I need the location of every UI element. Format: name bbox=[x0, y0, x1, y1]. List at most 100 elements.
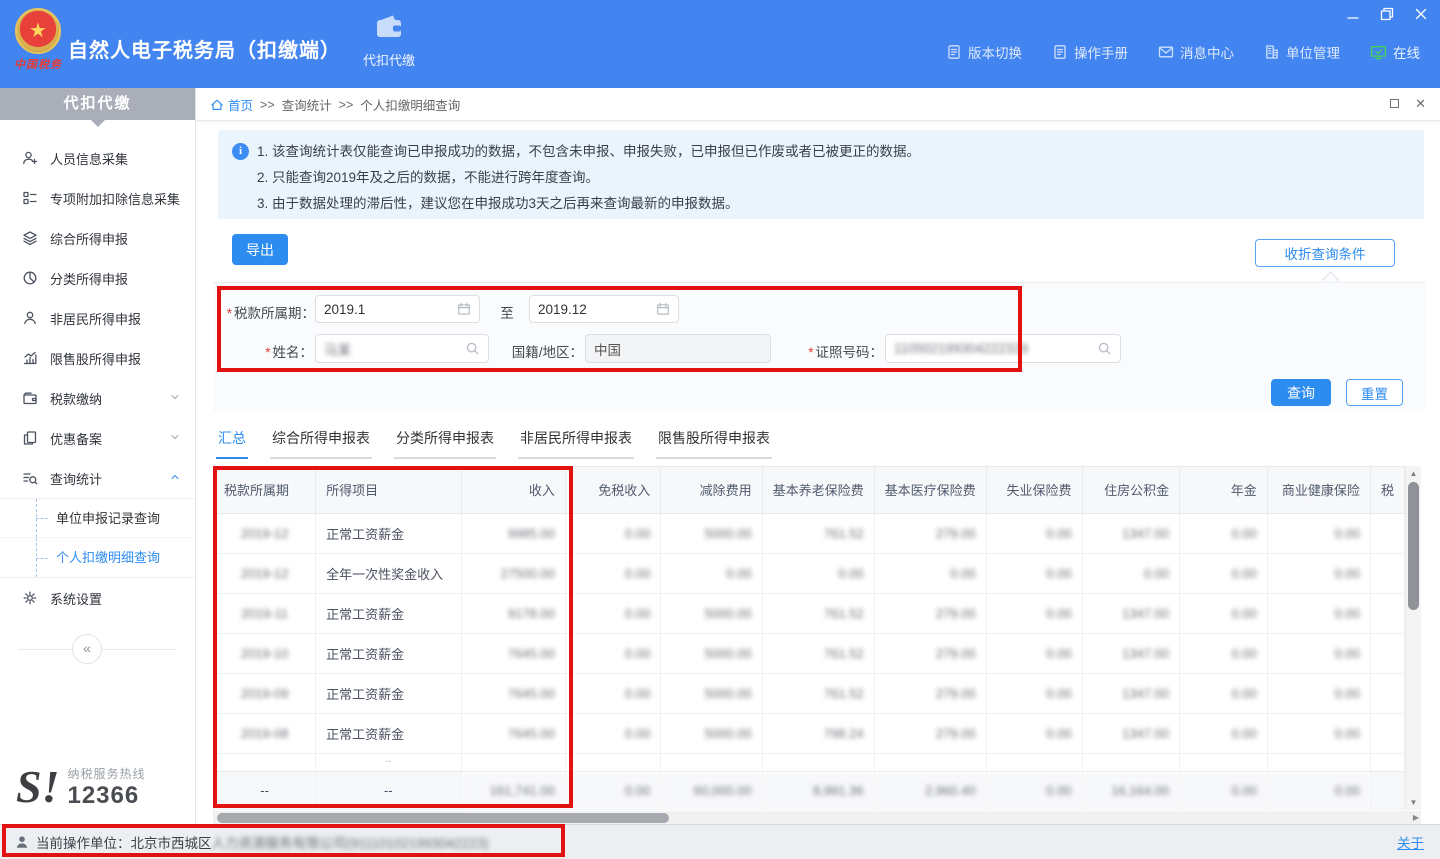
table-header-row: 税款所属期所得项目收入免税收入减除费用基本养老保险费基本医疗保险费失业保险费住房… bbox=[214, 467, 1405, 513]
id-number-input[interactable]: 110502199304222329 bbox=[885, 334, 1121, 363]
scroll-up-icon[interactable]: ▲ bbox=[1406, 469, 1421, 478]
table-cell: 7645.00 bbox=[461, 713, 565, 753]
period-to-input[interactable]: 2019.12 bbox=[529, 295, 679, 323]
breadcrumb-separator: >> bbox=[260, 98, 275, 112]
table-cell: 0.00 bbox=[565, 771, 660, 809]
table-cell bbox=[1267, 753, 1370, 771]
table-cell: 27500.00 bbox=[461, 553, 565, 593]
search-button[interactable]: 查询 bbox=[1271, 379, 1331, 406]
table-cell: 正常工资薪金 bbox=[316, 593, 461, 633]
notice-box: i 1. 该查询统计表仅能查询已申报成功的数据，不包含未申报、申报失败，已申报但… bbox=[218, 130, 1424, 219]
frame-maximize-icon[interactable] bbox=[1390, 99, 1399, 108]
tab-classified-income[interactable]: 分类所得申报表 bbox=[394, 428, 496, 459]
about-link[interactable]: 关于 bbox=[1397, 832, 1424, 852]
sidebar-item-tax-payment[interactable]: 税款缴纳 bbox=[0, 378, 195, 418]
table-row[interactable]: 2019-08正常工资薪金7645.000.005000.00798.24279… bbox=[214, 713, 1405, 753]
table-cell bbox=[565, 753, 660, 771]
breadcrumb-bar: 首页 >> 查询统计 >> 个人扣缴明细查询 ✕ bbox=[196, 88, 1440, 121]
table-cell: 761.52 bbox=[762, 593, 874, 633]
sidebar-item-classified-income[interactable]: 分类所得申报 bbox=[0, 258, 195, 298]
scroll-down-icon[interactable]: ▼ bbox=[1406, 798, 1421, 807]
hotline-number: 12366 bbox=[67, 782, 145, 810]
sidebar-item-personnel-info[interactable]: 人员信息采集 bbox=[0, 138, 195, 178]
table-cell: 761.52 bbox=[762, 673, 874, 713]
table-cell: 正常工资薪金 bbox=[316, 633, 461, 673]
table-row[interactable]: 2019-09正常工资薪金7645.000.005000.00761.52279… bbox=[214, 673, 1405, 713]
sidebar-item-nonresident-income[interactable]: 非居民所得申报 bbox=[0, 298, 195, 338]
frame-close-icon[interactable]: ✕ bbox=[1415, 96, 1426, 112]
sidebar-item-special-deduction[interactable]: 专项附加扣除信息采集 bbox=[0, 178, 195, 218]
footer-bar: 当前操作单位： 北京市西城区 人力资源服务有限公司(91110102199304… bbox=[0, 824, 1440, 859]
info-icon: i bbox=[232, 143, 249, 160]
restore-icon[interactable] bbox=[1378, 6, 1396, 22]
table-cell: 279.00 bbox=[874, 593, 986, 633]
table-cell: 0.00 bbox=[986, 771, 1082, 809]
calendar-icon bbox=[457, 302, 471, 316]
table-cell bbox=[661, 753, 762, 771]
menu-manual[interactable]: 操作手册 bbox=[1052, 42, 1128, 62]
table-cell: -- bbox=[214, 771, 316, 809]
table-cell: 0.00 bbox=[986, 673, 1082, 713]
table-cell: 1347.00 bbox=[1082, 513, 1180, 553]
collapse-sidebar-button[interactable]: « bbox=[72, 634, 102, 664]
table-cell bbox=[1370, 553, 1404, 593]
tax-hotline: S! 纳税服务热线 12366 bbox=[16, 764, 146, 810]
tab-restricted-stock[interactable]: 限售股所得申报表 bbox=[656, 428, 772, 459]
document-icon bbox=[946, 44, 962, 60]
table-cell bbox=[214, 753, 316, 771]
table-row[interactable]: 2019-12正常工资薪金9985.000.005000.00761.52279… bbox=[214, 513, 1405, 553]
tab-nonresident-income[interactable]: 非居民所得申报表 bbox=[518, 428, 634, 459]
tab-summary[interactable]: 汇总 bbox=[216, 428, 248, 459]
menu-online-status[interactable]: 在线 bbox=[1370, 42, 1420, 62]
horizontal-scroll-thumb[interactable] bbox=[217, 813, 669, 823]
period-label: *税款所属期： bbox=[215, 302, 315, 322]
close-icon[interactable] bbox=[1412, 6, 1430, 22]
name-input[interactable]: 马某 bbox=[315, 334, 489, 363]
sidebar-item-system-settings[interactable]: 系统设置 bbox=[0, 578, 195, 618]
table-cell: 1347.00 bbox=[1082, 673, 1180, 713]
sidebar-subitem-unit-declaration-query[interactable]: 单位申报记录查询 bbox=[0, 499, 195, 538]
horizontal-scrollbar[interactable]: ▶ bbox=[213, 811, 1421, 825]
table-cell bbox=[762, 753, 874, 771]
sidebar-collapse-row: « bbox=[0, 634, 195, 664]
scroll-right-icon[interactable]: ▶ bbox=[1413, 813, 1419, 823]
table-cell: 2019-11 bbox=[214, 593, 316, 633]
column-header: 免税收入 bbox=[565, 467, 660, 513]
tab-label: 代扣代缴 bbox=[345, 50, 433, 69]
tab-daikou-daijiao[interactable]: 代扣代缴 bbox=[345, 13, 433, 69]
table-cell: 0.00 bbox=[1180, 713, 1268, 753]
vertical-scrollbar[interactable]: ▲ ▼ bbox=[1406, 466, 1421, 810]
table-row[interactable]: 2019-11正常工资薪金9178.000.005000.00761.52279… bbox=[214, 593, 1405, 633]
table-cell: 7645.00 bbox=[461, 633, 565, 673]
sidebar-item-preferential-filing[interactable]: 优惠备案 bbox=[0, 418, 195, 458]
table-cell: 5000.00 bbox=[661, 713, 762, 753]
table-cell bbox=[1370, 713, 1404, 753]
table-cell: 16,164.00 bbox=[1082, 771, 1180, 809]
vertical-scroll-thumb[interactable] bbox=[1408, 482, 1419, 610]
sidebar-item-comprehensive-income[interactable]: 综合所得申报 bbox=[0, 218, 195, 258]
menu-message-center[interactable]: 消息中心 bbox=[1158, 42, 1234, 62]
copy-icon bbox=[22, 430, 38, 446]
reset-button[interactable]: 重置 bbox=[1346, 379, 1403, 406]
sidebar-item-query-statistics[interactable]: 查询统计 bbox=[0, 458, 195, 498]
table-cell bbox=[1370, 633, 1404, 673]
export-button[interactable]: 导出 bbox=[232, 234, 288, 265]
filter-panel: *税款所属期： 2019.1 至 2019.12 *姓名： 马某 国籍/地区： … bbox=[213, 282, 1425, 412]
tab-comprehensive-income[interactable]: 综合所得申报表 bbox=[270, 428, 372, 459]
menu-unit-management[interactable]: 单位管理 bbox=[1264, 42, 1340, 62]
app-window: ★ 中国税务 自然人电子税务局（扣缴端） 代扣代缴 版本切换 操作手册 消息中心 bbox=[0, 0, 1440, 859]
table-row-partial[interactable]: .. bbox=[214, 753, 1405, 771]
minimize-icon[interactable] bbox=[1344, 6, 1362, 22]
table-row[interactable]: 2019-10正常工资薪金7645.000.005000.00761.52279… bbox=[214, 633, 1405, 673]
top-menu: 版本切换 操作手册 消息中心 单位管理 在线 bbox=[946, 42, 1420, 62]
breadcrumb-home[interactable]: 首页 bbox=[210, 95, 253, 114]
period-from-input[interactable]: 2019.1 bbox=[315, 295, 480, 323]
table-cell: 0.00 bbox=[986, 713, 1082, 753]
menu-version-switch[interactable]: 版本切换 bbox=[946, 42, 1022, 62]
table-cell: 0.00 bbox=[1180, 673, 1268, 713]
table-row[interactable]: 2019-12全年一次性奖金收入27500.000.000.000.000.00… bbox=[214, 553, 1405, 593]
search-icon bbox=[465, 341, 480, 356]
toggle-filters-button[interactable]: 收折查询条件 bbox=[1255, 239, 1395, 267]
sidebar-subitem-personal-withholding-query[interactable]: 个人扣缴明细查询 bbox=[0, 538, 195, 577]
sidebar-item-restricted-stock[interactable]: 限售股所得申报 bbox=[0, 338, 195, 378]
